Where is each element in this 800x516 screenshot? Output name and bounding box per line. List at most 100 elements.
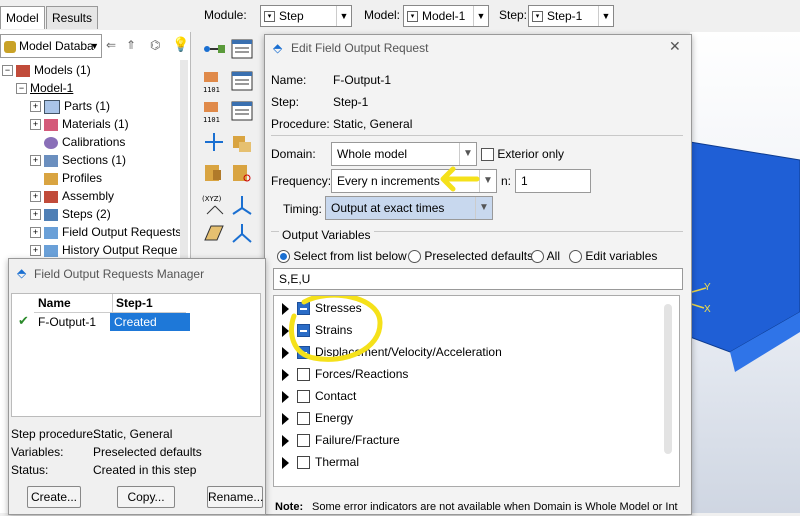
variable-row-energy[interactable]: Energy bbox=[282, 408, 353, 428]
list-scrollbar[interactable] bbox=[664, 304, 672, 454]
expand-icon[interactable]: + bbox=[30, 191, 41, 203]
tab-results[interactable]: Results bbox=[46, 6, 99, 29]
expand-icon[interactable]: + bbox=[30, 227, 41, 239]
history-output-manager-icon[interactable] bbox=[229, 98, 255, 124]
module-value: Step bbox=[279, 9, 304, 23]
tree-item-assembly[interactable]: + Assembly bbox=[30, 187, 114, 205]
create-button[interactable]: Create... bbox=[27, 486, 81, 508]
expand-triangle-icon[interactable] bbox=[282, 456, 289, 469]
timing-select[interactable]: Output at exact times ▼ bbox=[325, 196, 493, 220]
expand-triangle-icon[interactable] bbox=[282, 390, 289, 403]
variable-row-failure[interactable]: Failure/Fracture bbox=[282, 430, 400, 450]
expand-triangle-icon[interactable] bbox=[282, 434, 289, 447]
expand-icon[interactable]: + bbox=[30, 155, 41, 167]
expand-triangle-icon[interactable] bbox=[282, 412, 289, 425]
expand-triangle-icon[interactable] bbox=[282, 368, 289, 381]
tree-model-1[interactable]: − Model-1 bbox=[16, 79, 73, 97]
row-status-cell[interactable]: Created bbox=[110, 313, 190, 331]
expand-icon[interactable]: + bbox=[30, 119, 41, 131]
triad-y-label: Y bbox=[704, 282, 711, 293]
radio-button[interactable] bbox=[569, 250, 582, 264]
tree-item-sections[interactable]: + Sections (1) bbox=[30, 151, 126, 169]
adaptive-controls-icon[interactable] bbox=[229, 130, 255, 156]
frequency-value: Every n increments bbox=[337, 174, 440, 188]
rename-button[interactable]: Rename... bbox=[207, 486, 263, 508]
tree-label: Materials (1) bbox=[62, 117, 129, 131]
tree-scrollbar[interactable] bbox=[180, 60, 188, 260]
nav-up-icon[interactable]: ⇑ bbox=[126, 38, 136, 52]
tree-label: Parts (1) bbox=[64, 99, 111, 113]
history-output-create-icon[interactable]: 1101 bbox=[201, 98, 227, 124]
tree-label: Field Output Requests bbox=[62, 225, 182, 239]
manager-title: Field Output Requests Manager bbox=[34, 267, 205, 281]
copy-button[interactable]: Copy... bbox=[117, 486, 175, 508]
divider bbox=[271, 135, 683, 136]
variable-label: Failure/Fracture bbox=[315, 433, 400, 447]
datum-axis-icon[interactable] bbox=[229, 220, 255, 246]
checkbox-box[interactable] bbox=[481, 148, 494, 162]
tree-item-history-output-requests[interactable]: + History Output Reque bbox=[30, 241, 177, 259]
field-output-manager-icon[interactable] bbox=[229, 68, 255, 94]
n-input[interactable]: 1 bbox=[515, 169, 591, 193]
datum-plane-icon[interactable] bbox=[201, 220, 227, 246]
chevron-down-icon: ▼ bbox=[475, 197, 492, 219]
radio-button[interactable] bbox=[531, 250, 544, 264]
xyz-coordinate-icon[interactable]: (XYZ) bbox=[201, 192, 227, 218]
step-manager-icon[interactable] bbox=[229, 36, 255, 62]
variables-text-input[interactable]: S,E,U bbox=[273, 268, 683, 290]
tree-item-materials[interactable]: + Materials (1) bbox=[30, 115, 129, 133]
lightbulb-icon[interactable]: 💡 bbox=[172, 36, 189, 53]
row-name-cell[interactable]: F-Output-1 bbox=[34, 313, 112, 331]
procedure-value: Static, General bbox=[333, 117, 413, 131]
tab-model[interactable]: Model bbox=[0, 6, 45, 29]
exterior-only-checkbox[interactable]: Exterior only bbox=[481, 147, 564, 162]
module-select[interactable]: ▾ Step ▼ bbox=[260, 5, 352, 27]
tree-item-parts[interactable]: + Parts (1) bbox=[30, 97, 110, 115]
collapse-icon[interactable]: − bbox=[16, 83, 27, 95]
assembly-icon bbox=[44, 190, 58, 203]
tree-item-field-output-requests[interactable]: + Field Output Requests bbox=[30, 223, 181, 241]
tree-item-steps[interactable]: + Steps (2) bbox=[30, 205, 111, 223]
filter-icon[interactable]: ⌬ bbox=[150, 38, 160, 52]
tree-item-calibrations[interactable]: Calibrations bbox=[44, 133, 125, 151]
create-step-icon[interactable] bbox=[201, 36, 227, 62]
radio-all[interactable]: All bbox=[531, 249, 560, 264]
graphics-viewport[interactable]: Y X bbox=[684, 32, 800, 513]
radio-button[interactable] bbox=[408, 250, 421, 264]
profiles-icon bbox=[44, 172, 58, 185]
expand-icon[interactable]: + bbox=[30, 245, 41, 257]
radio-edit-variables[interactable]: Edit variables bbox=[569, 249, 657, 264]
model-database-combo[interactable]: Model Databa ▼ bbox=[0, 34, 102, 58]
adaptive-mesh-icon[interactable] bbox=[201, 130, 227, 156]
tree-models-root[interactable]: − Models (1) bbox=[2, 61, 91, 79]
ale-adaptive-icon[interactable] bbox=[201, 160, 227, 186]
nav-left-icon[interactable]: ⇐ bbox=[106, 38, 116, 52]
radio-button[interactable] bbox=[277, 250, 290, 264]
datum-csys-icon[interactable] bbox=[229, 192, 255, 218]
step-select[interactable]: ▾ Step-1 ▼ bbox=[528, 5, 614, 27]
checkbox[interactable] bbox=[297, 390, 310, 404]
expand-icon[interactable]: + bbox=[30, 209, 41, 221]
checkbox[interactable] bbox=[297, 412, 310, 426]
tree-label: Steps (2) bbox=[62, 207, 111, 221]
mesh-cut-icon[interactable] bbox=[229, 160, 255, 186]
checkbox[interactable] bbox=[297, 434, 310, 448]
history-output-icon bbox=[44, 244, 58, 257]
model-select[interactable]: ▾ Model-1 ▼ bbox=[403, 5, 489, 27]
variable-row-contact[interactable]: Contact bbox=[282, 386, 356, 406]
checkbox[interactable] bbox=[297, 456, 310, 470]
close-icon[interactable]: ✕ bbox=[669, 38, 681, 55]
field-output-create-icon[interactable]: 1101 bbox=[201, 68, 227, 94]
list-icon: ▾ bbox=[532, 11, 543, 22]
radio-select-from-list[interactable]: Select from list below bbox=[277, 249, 407, 264]
tree-label: Profiles bbox=[62, 171, 103, 185]
collapse-icon[interactable]: − bbox=[2, 65, 13, 77]
model-label: Model: bbox=[364, 8, 401, 22]
variable-row-thermal[interactable]: Thermal bbox=[282, 452, 359, 472]
expand-icon[interactable]: + bbox=[30, 101, 41, 113]
dialog-titlebar[interactable]: ⬘ Edit Field Output Request ✕ bbox=[265, 35, 691, 61]
chevron-down-icon: ▼ bbox=[90, 41, 99, 51]
checkbox[interactable] bbox=[297, 368, 310, 382]
radio-preselected-defaults[interactable]: Preselected defaults bbox=[408, 249, 533, 264]
tree-item-profiles[interactable]: Profiles bbox=[44, 169, 102, 187]
